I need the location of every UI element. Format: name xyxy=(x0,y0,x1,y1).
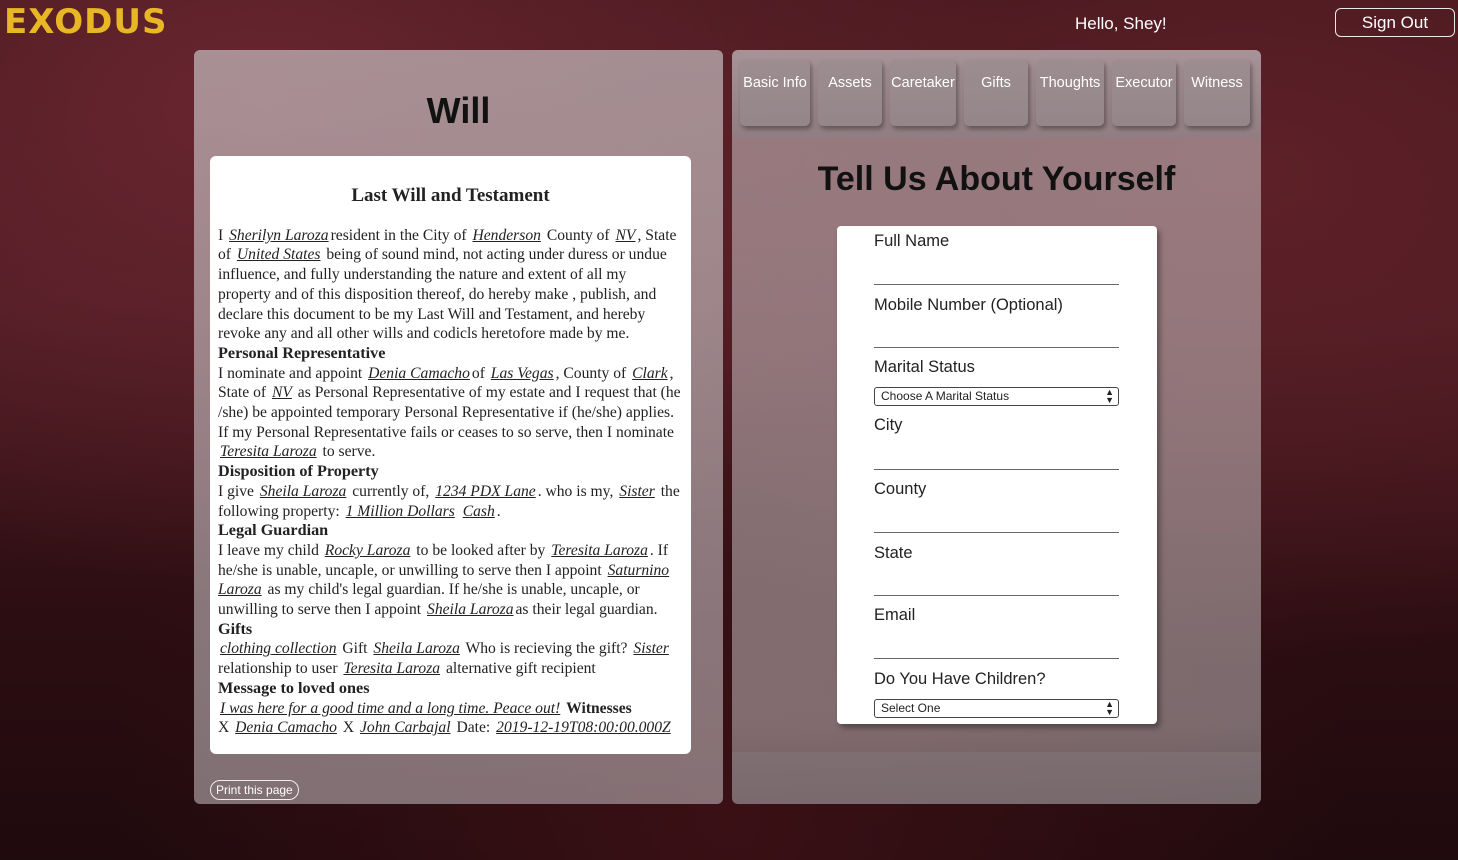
child-name: Rocky Laroza xyxy=(324,541,411,559)
full-name-label: Full Name xyxy=(874,232,950,250)
guardian-1: Saturnino Laroza xyxy=(218,561,670,599)
witness-1: Denia Camacho xyxy=(235,719,337,737)
guardian-2: Sheila Laroza xyxy=(427,601,514,619)
property-2: Cash xyxy=(462,502,495,520)
testator-city: Henderson xyxy=(472,226,541,244)
alt-rep-name: Teresita Laroza xyxy=(220,443,317,461)
tab-caretaker[interactable]: Caretaker xyxy=(890,60,956,126)
marital-status-select[interactable]: Choose A Marital Status ▲ ▼ xyxy=(874,387,1119,406)
logo: EXODUS xyxy=(4,2,168,42)
tab-executor[interactable]: Executor xyxy=(1112,60,1176,126)
tab-basic-info[interactable]: Basic Info xyxy=(740,60,810,126)
tab-assets[interactable]: Assets xyxy=(818,60,882,126)
rep-paragraph: I nominate and appoint Denia Camacho of L… xyxy=(218,364,681,461)
will-document: Last Will and Testament I Sherilyn Laroz… xyxy=(210,156,691,754)
document-title: Last Will and Testament xyxy=(351,185,550,206)
form-title: Tell Us About Yourself xyxy=(817,160,1176,198)
tab-gifts[interactable]: Gifts xyxy=(964,60,1028,126)
gift-question-answer: Sister xyxy=(633,640,669,658)
tab-bar: Basic Info Assets Caretaker Gifts Though… xyxy=(732,50,1261,138)
guardian-paragraph: I leave my child Rocky Laroza to be look… xyxy=(218,541,670,619)
section-heading: Disposition of Property xyxy=(218,462,379,481)
will-title: Will xyxy=(426,90,491,131)
gift-address: 1234 PDX Lane xyxy=(435,482,536,500)
message-paragraph: I was here for a good time and a long ti… xyxy=(218,699,683,719)
city-label: City xyxy=(874,416,903,434)
sign-out-button[interactable]: Sign Out xyxy=(1335,8,1455,37)
greeting: Hello, Shey! xyxy=(1075,14,1167,33)
basic-info-form: Full Name Mobile Number (Optional) Marit… xyxy=(837,226,1157,724)
state-input[interactable] xyxy=(874,595,1119,596)
select-arrows-icon: ▲ ▼ xyxy=(1105,699,1114,717)
will-panel: Will Last Will and Testament I Sherilyn … xyxy=(194,50,723,804)
witnesses-heading: Witnesses xyxy=(566,699,632,717)
disposition-paragraph: I give Sheila Laroza currently of, 1234 … xyxy=(218,482,680,520)
county-label: County xyxy=(874,480,927,498)
section-heading: Gifts xyxy=(218,619,253,638)
testator-name: Sherilyn Laroza xyxy=(229,226,329,244)
section-heading: Legal Guardian xyxy=(218,521,329,540)
section-heading: Message to loved ones xyxy=(218,678,370,697)
mobile-label: Mobile Number (Optional) xyxy=(874,296,1063,314)
rep-name: Denia Camacho xyxy=(368,364,470,382)
gift-item: clothing collection xyxy=(220,640,337,658)
print-page-button[interactable]: Print this page xyxy=(210,780,299,800)
select-arrows-icon: ▲ ▼ xyxy=(1105,387,1114,405)
children-select[interactable]: Select One ▲ ▼ xyxy=(874,699,1119,718)
gifts-paragraph: clothing collection Gift Sheila Laroza W… xyxy=(218,640,669,678)
tab-witness[interactable]: Witness xyxy=(1184,60,1250,126)
tab-thoughts[interactable]: Thoughts xyxy=(1036,60,1104,126)
gift-relation: Sister xyxy=(619,482,655,500)
testator-county: NV xyxy=(615,226,636,244)
form-panel: Basic Info Assets Caretaker Gifts Though… xyxy=(732,50,1261,804)
rep-city: Las Vegas xyxy=(490,364,554,382)
city-input[interactable] xyxy=(874,469,1119,470)
property-1: 1 Million Dollars xyxy=(345,502,455,520)
intro-paragraph: I Sherilyn Laroza resident in the City of… xyxy=(218,226,677,343)
rep-state: NV xyxy=(271,384,292,402)
gift-to: Sheila Laroza xyxy=(373,640,460,658)
state-label: State xyxy=(874,544,913,562)
section-heading: Personal Representative xyxy=(218,343,386,362)
alt-recipient-user: Teresita Laroza xyxy=(343,660,441,678)
will-date: 2019-12-19T08:00:00.000Z xyxy=(496,719,671,737)
full-name-input[interactable] xyxy=(874,284,1119,285)
email-input[interactable] xyxy=(874,658,1119,659)
mobile-input[interactable] xyxy=(874,347,1119,348)
county-input[interactable] xyxy=(874,532,1119,533)
message: I was here for a good time and a long ti… xyxy=(220,699,561,717)
rep-county: Clark xyxy=(632,364,668,382)
witness-2: John Carbajal xyxy=(360,719,451,737)
caretaker-name: Teresita Laroza xyxy=(551,541,648,559)
gift-recipient: Sheila Laroza xyxy=(259,482,347,500)
panel-footer xyxy=(732,752,1261,804)
marital-status-label: Marital Status xyxy=(874,358,975,376)
children-label: Do You Have Children? xyxy=(874,670,1046,688)
testator-state: United States xyxy=(236,246,321,264)
email-label: Email xyxy=(874,606,916,624)
witness-line: X Denia Camacho X John Carbajal Date: 20… xyxy=(218,719,671,737)
